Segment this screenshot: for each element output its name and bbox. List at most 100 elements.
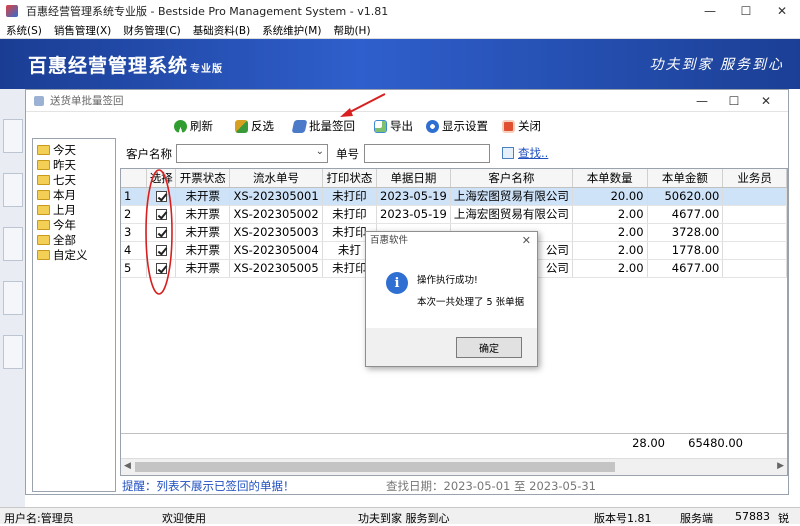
- row-number: 4: [121, 241, 148, 260]
- app-banner: 百惠经营管理系统 专业版 功夫到家 服务到心: [0, 39, 800, 89]
- checkbox-checked-icon[interactable]: [155, 209, 167, 220]
- chevron-down-icon: ⌄: [315, 146, 324, 157]
- display-settings-button[interactable]: 显示设置: [426, 118, 488, 134]
- col-print-status[interactable]: 打印状态: [322, 169, 378, 188]
- tree-item-all[interactable]: 全部: [37, 232, 76, 248]
- col-doc-date[interactable]: 单据日期: [376, 169, 451, 188]
- minimize-button[interactable]: —: [692, 0, 728, 22]
- tree-label: 自定义: [53, 248, 88, 262]
- cell-qty: 2.00: [572, 241, 648, 260]
- scroll-left-icon[interactable]: ◀: [124, 461, 131, 471]
- tree-item-last-month[interactable]: 上月: [37, 202, 76, 218]
- dialog-body: i 操作执行成功! 本次一共处理了 5 张单据: [366, 250, 537, 328]
- menu-finance[interactable]: 财务管理(C): [123, 23, 181, 38]
- checkbox-checked-icon[interactable]: [155, 245, 167, 256]
- cell-qty: 2.00: [572, 205, 648, 224]
- row-checkbox[interactable]: [146, 259, 177, 278]
- tree-item-this-year[interactable]: 今年: [37, 217, 76, 233]
- checkbox-checked-icon[interactable]: [155, 191, 167, 202]
- col-salesperson[interactable]: 业务员: [722, 169, 787, 188]
- col-quantity[interactable]: 本单数量: [572, 169, 648, 188]
- col-serial-no[interactable]: 流水单号: [229, 169, 323, 188]
- scroll-thumb[interactable]: [135, 462, 615, 472]
- info-icon: i: [386, 272, 408, 294]
- cell-print: 未打印: [322, 205, 378, 224]
- nav-tile[interactable]: [3, 173, 23, 207]
- tree-label: 今天: [53, 143, 76, 157]
- row-number: 5: [121, 259, 148, 278]
- tree-label: 本月: [53, 188, 76, 202]
- row-checkbox[interactable]: [146, 223, 177, 242]
- child-titlebar: 送货单批量签回 — ☐ ✕: [26, 90, 788, 112]
- row-checkbox[interactable]: [146, 241, 177, 260]
- export-button[interactable]: 导出: [374, 118, 413, 134]
- nav-tile[interactable]: [3, 281, 23, 315]
- col-invoice-status[interactable]: 开票状态: [175, 169, 231, 188]
- cell-qty: 2.00: [572, 223, 648, 242]
- cell-amount: 4677.00: [647, 259, 724, 278]
- col-amount[interactable]: 本单金额: [647, 169, 724, 188]
- table-row[interactable]: 1 未开票 XS-202305001 未打印 2023-05-19 上海宏图贸易…: [121, 187, 787, 206]
- tree-item-yesterday[interactable]: 昨天: [37, 157, 76, 173]
- menu-system[interactable]: 系统(S): [6, 23, 42, 38]
- display-label: 显示设置: [442, 119, 488, 133]
- row-checkbox[interactable]: [146, 187, 177, 206]
- window-icon: [34, 95, 44, 106]
- tree-item-custom[interactable]: 自定义: [37, 247, 88, 263]
- row-checkbox[interactable]: [146, 205, 177, 224]
- order-no-label: 单号: [336, 147, 359, 161]
- checkbox-checked-icon[interactable]: [155, 227, 167, 238]
- search-link[interactable]: 查找..: [502, 145, 548, 161]
- cell-serial: XS-202305004: [229, 241, 323, 260]
- nav-tile[interactable]: [3, 119, 23, 153]
- close-window-button[interactable]: 关闭: [502, 118, 541, 134]
- dialog-close-button[interactable]: ✕: [522, 234, 531, 247]
- invert-select-button[interactable]: 反选: [235, 118, 274, 134]
- menu-sales[interactable]: 销售管理(X): [54, 23, 111, 38]
- menu-maintenance[interactable]: 系统维护(M): [262, 23, 321, 38]
- row-number: 1: [121, 187, 148, 206]
- tree-item-this-month[interactable]: 本月: [37, 187, 76, 203]
- toolbar: 刷新 反选 批量签回 导出 显示设置 关闭: [26, 114, 788, 138]
- folder-icon: [37, 160, 50, 170]
- ok-button[interactable]: 确定: [456, 337, 522, 358]
- nav-tile[interactable]: [3, 335, 23, 369]
- nav-tile[interactable]: [3, 227, 23, 261]
- close-button[interactable]: ✕: [764, 0, 800, 22]
- cell-qty: 20.00: [572, 187, 648, 206]
- cell-amount: 50620.00: [647, 187, 724, 206]
- cell-salesperson: [722, 223, 787, 242]
- total-quantity: 28.00: [632, 436, 665, 450]
- child-maximize-button[interactable]: ☐: [718, 90, 750, 112]
- maximize-button[interactable]: ☐: [728, 0, 764, 22]
- col-customer[interactable]: 客户名称: [450, 169, 573, 188]
- table-row[interactable]: 2 未开票 XS-202305002 未打印 2023-05-19 上海宏图贸易…: [121, 205, 787, 224]
- customer-select[interactable]: ⌄: [176, 144, 328, 163]
- tree-item-today[interactable]: 今天: [37, 142, 76, 158]
- child-title: 送货单批量签回: [50, 95, 124, 107]
- child-minimize-button[interactable]: —: [686, 90, 718, 112]
- cell-invoice: 未开票: [175, 205, 231, 224]
- col-select[interactable]: 选择: [146, 169, 177, 188]
- order-no-input[interactable]: [364, 144, 490, 163]
- folder-icon: [37, 145, 50, 155]
- date-tree: 今天 昨天 七天 本月 上月 今年 全部 自定义: [32, 138, 116, 492]
- tree-label: 全部: [53, 233, 76, 247]
- menu-basic-data[interactable]: 基础资料(B): [193, 23, 250, 38]
- success-dialog: 百惠软件 ✕ i 操作执行成功! 本次一共处理了 5 张单据 确定: [365, 231, 538, 367]
- child-close-button[interactable]: ✕: [750, 90, 782, 112]
- menu-help[interactable]: 帮助(H): [333, 23, 370, 38]
- horizontal-scrollbar[interactable]: ◀ ▶: [121, 458, 787, 475]
- cell-salesperson: [722, 259, 787, 278]
- cell-serial: XS-202305001: [229, 187, 323, 206]
- tree-item-seven-days[interactable]: 七天: [37, 172, 76, 188]
- scroll-right-icon[interactable]: ▶: [777, 461, 784, 471]
- row-number: 2: [121, 205, 148, 224]
- checkbox-checked-icon[interactable]: [155, 263, 167, 274]
- brand-name: 百惠经营管理系统: [28, 55, 189, 77]
- menu-bar: 系统(S) 销售管理(X) 财务管理(C) 基础资料(B) 系统维护(M) 帮助…: [0, 22, 800, 39]
- refresh-button[interactable]: 刷新: [174, 118, 213, 134]
- total-amount: 65480.00: [688, 436, 743, 450]
- cell-invoice: 未开票: [175, 259, 231, 278]
- batch-signback-button[interactable]: 批量签回: [291, 118, 355, 134]
